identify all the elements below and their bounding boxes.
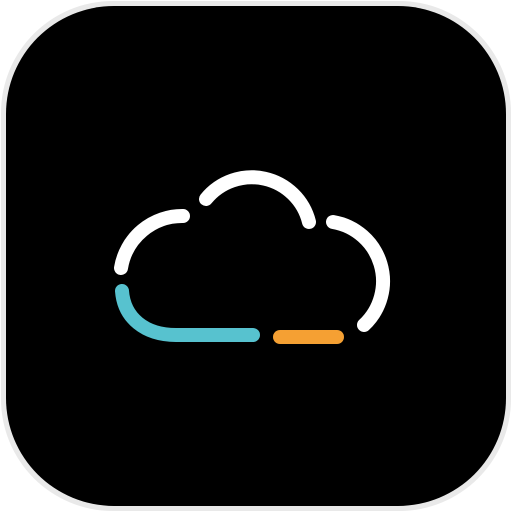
cloud-app-icon[interactable] xyxy=(0,0,512,512)
icon-tile-background xyxy=(6,6,506,506)
app-icon-canvas xyxy=(0,0,512,512)
